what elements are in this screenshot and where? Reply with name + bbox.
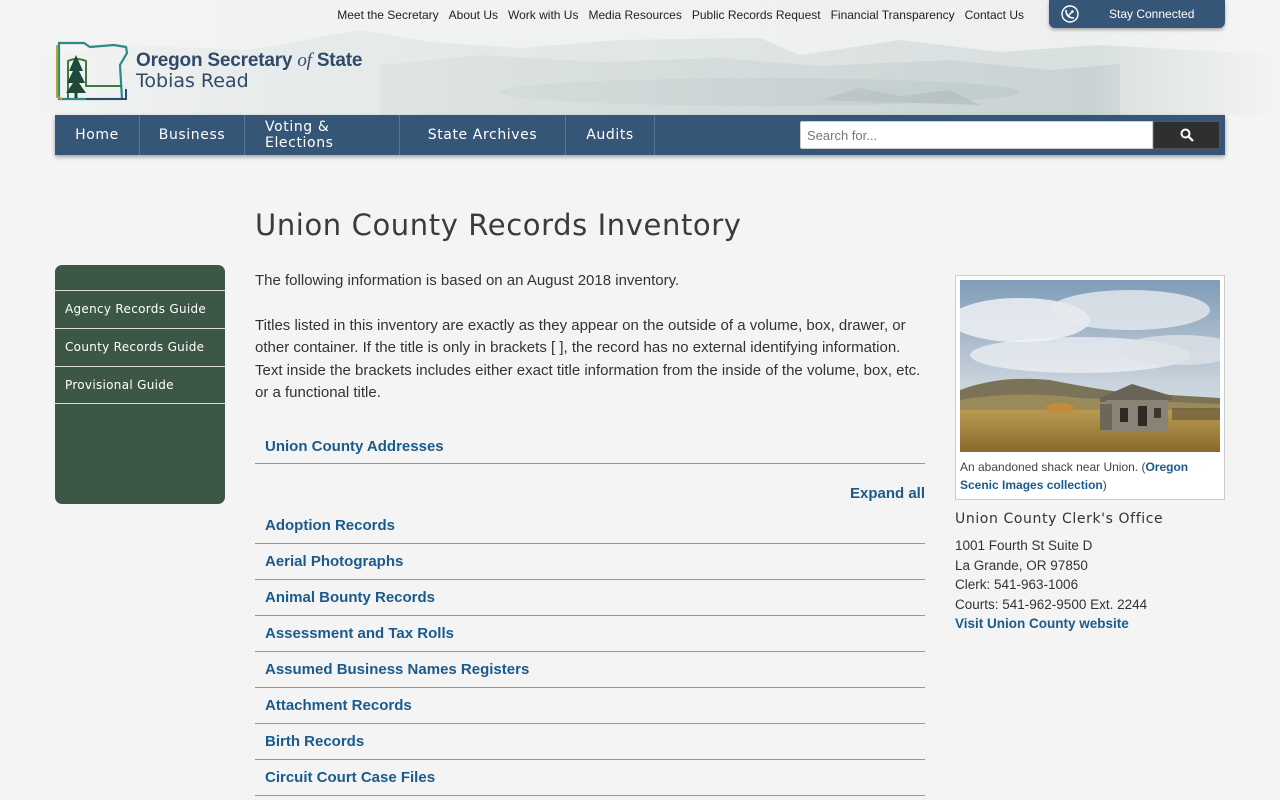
utility-link-media-resources[interactable]: Media Resources bbox=[588, 8, 681, 22]
expand-all-link[interactable]: Expand all bbox=[850, 485, 925, 502]
stay-connected-label: Stay Connected bbox=[1109, 7, 1195, 21]
sidebar-nav: Agency Records Guide County Records Guid… bbox=[55, 265, 225, 504]
sidebar-item-agency-records-guide[interactable]: Agency Records Guide bbox=[55, 290, 225, 328]
union-county-website-link[interactable]: Visit Union County website bbox=[955, 616, 1129, 631]
utility-link-about-us[interactable]: About Us bbox=[449, 8, 498, 22]
main-content: The following information is based on an… bbox=[255, 270, 925, 796]
intro-paragraph-2: Titles listed in this inventory are exac… bbox=[255, 316, 921, 402]
records-item[interactable]: Adoption Records bbox=[255, 508, 925, 544]
records-item-link[interactable]: Assumed Business Names Registers bbox=[265, 661, 529, 678]
utility-link-public-records-request[interactable]: Public Records Request bbox=[692, 8, 821, 22]
search-button[interactable] bbox=[1153, 121, 1220, 149]
satellite-dish-icon bbox=[1061, 5, 1079, 23]
records-item[interactable]: Attachment Records bbox=[255, 688, 925, 724]
courts-phone: Courts: 541-962-9500 Ext. 2244 bbox=[955, 596, 1148, 612]
logo-title: Oregon Secretary of State bbox=[136, 50, 363, 71]
stay-connected-button[interactable]: Stay Connected bbox=[1049, 0, 1225, 28]
records-item-link[interactable]: Assessment and Tax Rolls bbox=[265, 625, 454, 642]
search-form bbox=[800, 121, 1220, 149]
records-item[interactable]: Birth Records bbox=[255, 724, 925, 760]
utility-link-financial-transparency[interactable]: Financial Transparency bbox=[831, 8, 955, 22]
expand-all-row: Expand all bbox=[255, 485, 925, 508]
utility-link-work-with-us[interactable]: Work with Us bbox=[508, 8, 578, 22]
records-item-link[interactable]: Attachment Records bbox=[265, 697, 412, 714]
records-item-link[interactable]: Animal Bounty Records bbox=[265, 589, 435, 606]
clerk-office-info: Union County Clerk's Office 1001 Fourth … bbox=[955, 511, 1225, 634]
sidebar-item-provisional-guide[interactable]: Provisional Guide bbox=[55, 366, 225, 404]
utility-link-contact-us[interactable]: Contact Us bbox=[965, 8, 1024, 22]
logo-subtitle: Tobias Read bbox=[136, 70, 249, 92]
records-item[interactable]: Assumed Business Names Registers bbox=[255, 652, 925, 688]
records-item[interactable]: Assessment and Tax Rolls bbox=[255, 616, 925, 652]
main-nav: Home Business Voting & Elections State A… bbox=[55, 115, 1225, 155]
records-list: Adoption Records Aerial Photographs Anim… bbox=[255, 508, 925, 796]
records-item[interactable]: Animal Bounty Records bbox=[255, 580, 925, 616]
nav-state-archives[interactable]: State Archives bbox=[400, 115, 566, 155]
photo-card: An abandoned shack near Union. (Oregon S… bbox=[955, 275, 1225, 500]
header-banner: Meet the Secretary About Us Work with Us… bbox=[0, 0, 1280, 115]
records-item-link[interactable]: Birth Records bbox=[265, 733, 364, 750]
records-item[interactable]: Aerial Photographs bbox=[255, 544, 925, 580]
clerk-address-line-2: La Grande, OR 97850 bbox=[955, 557, 1088, 573]
utility-link-meet-secretary[interactable]: Meet the Secretary bbox=[337, 8, 438, 22]
records-item[interactable]: Circuit Court Case Files bbox=[255, 760, 925, 796]
addresses-accordion[interactable]: Union County Addresses bbox=[255, 427, 925, 464]
addresses-link[interactable]: Union County Addresses bbox=[265, 438, 444, 455]
records-item-link[interactable]: Adoption Records bbox=[265, 517, 395, 534]
clerk-phone: Clerk: 541-963-1006 bbox=[955, 577, 1079, 593]
nav-voting-elections[interactable]: Voting & Elections bbox=[245, 115, 400, 155]
records-item-link[interactable]: Aerial Photographs bbox=[265, 553, 403, 570]
nav-audits[interactable]: Audits bbox=[566, 115, 655, 155]
site-logo[interactable]: Oregon Secretary of State Tobias Read bbox=[56, 41, 362, 101]
photo-caption: An abandoned shack near Union. (Oregon S… bbox=[960, 460, 1189, 492]
search-input[interactable] bbox=[800, 121, 1153, 149]
records-item-link[interactable]: Circuit Court Case Files bbox=[265, 769, 435, 786]
page-title: Union County Records Inventory bbox=[255, 208, 742, 242]
search-icon bbox=[1180, 128, 1194, 142]
utility-nav: Meet the Secretary About Us Work with Us… bbox=[337, 8, 1024, 22]
clerk-office-heading: Union County Clerk's Office bbox=[955, 511, 1164, 527]
clerk-address-line-1: 1001 Fourth St Suite D bbox=[955, 538, 1093, 553]
intro-paragraph-1: The following information is based on an… bbox=[255, 272, 680, 289]
nav-business[interactable]: Business bbox=[140, 115, 245, 155]
abandoned-shack-photo bbox=[960, 280, 1220, 452]
oregon-tree-logo-icon bbox=[56, 41, 129, 101]
sidebar-item-county-records-guide[interactable]: County Records Guide bbox=[55, 328, 225, 366]
nav-home[interactable]: Home bbox=[55, 115, 140, 155]
